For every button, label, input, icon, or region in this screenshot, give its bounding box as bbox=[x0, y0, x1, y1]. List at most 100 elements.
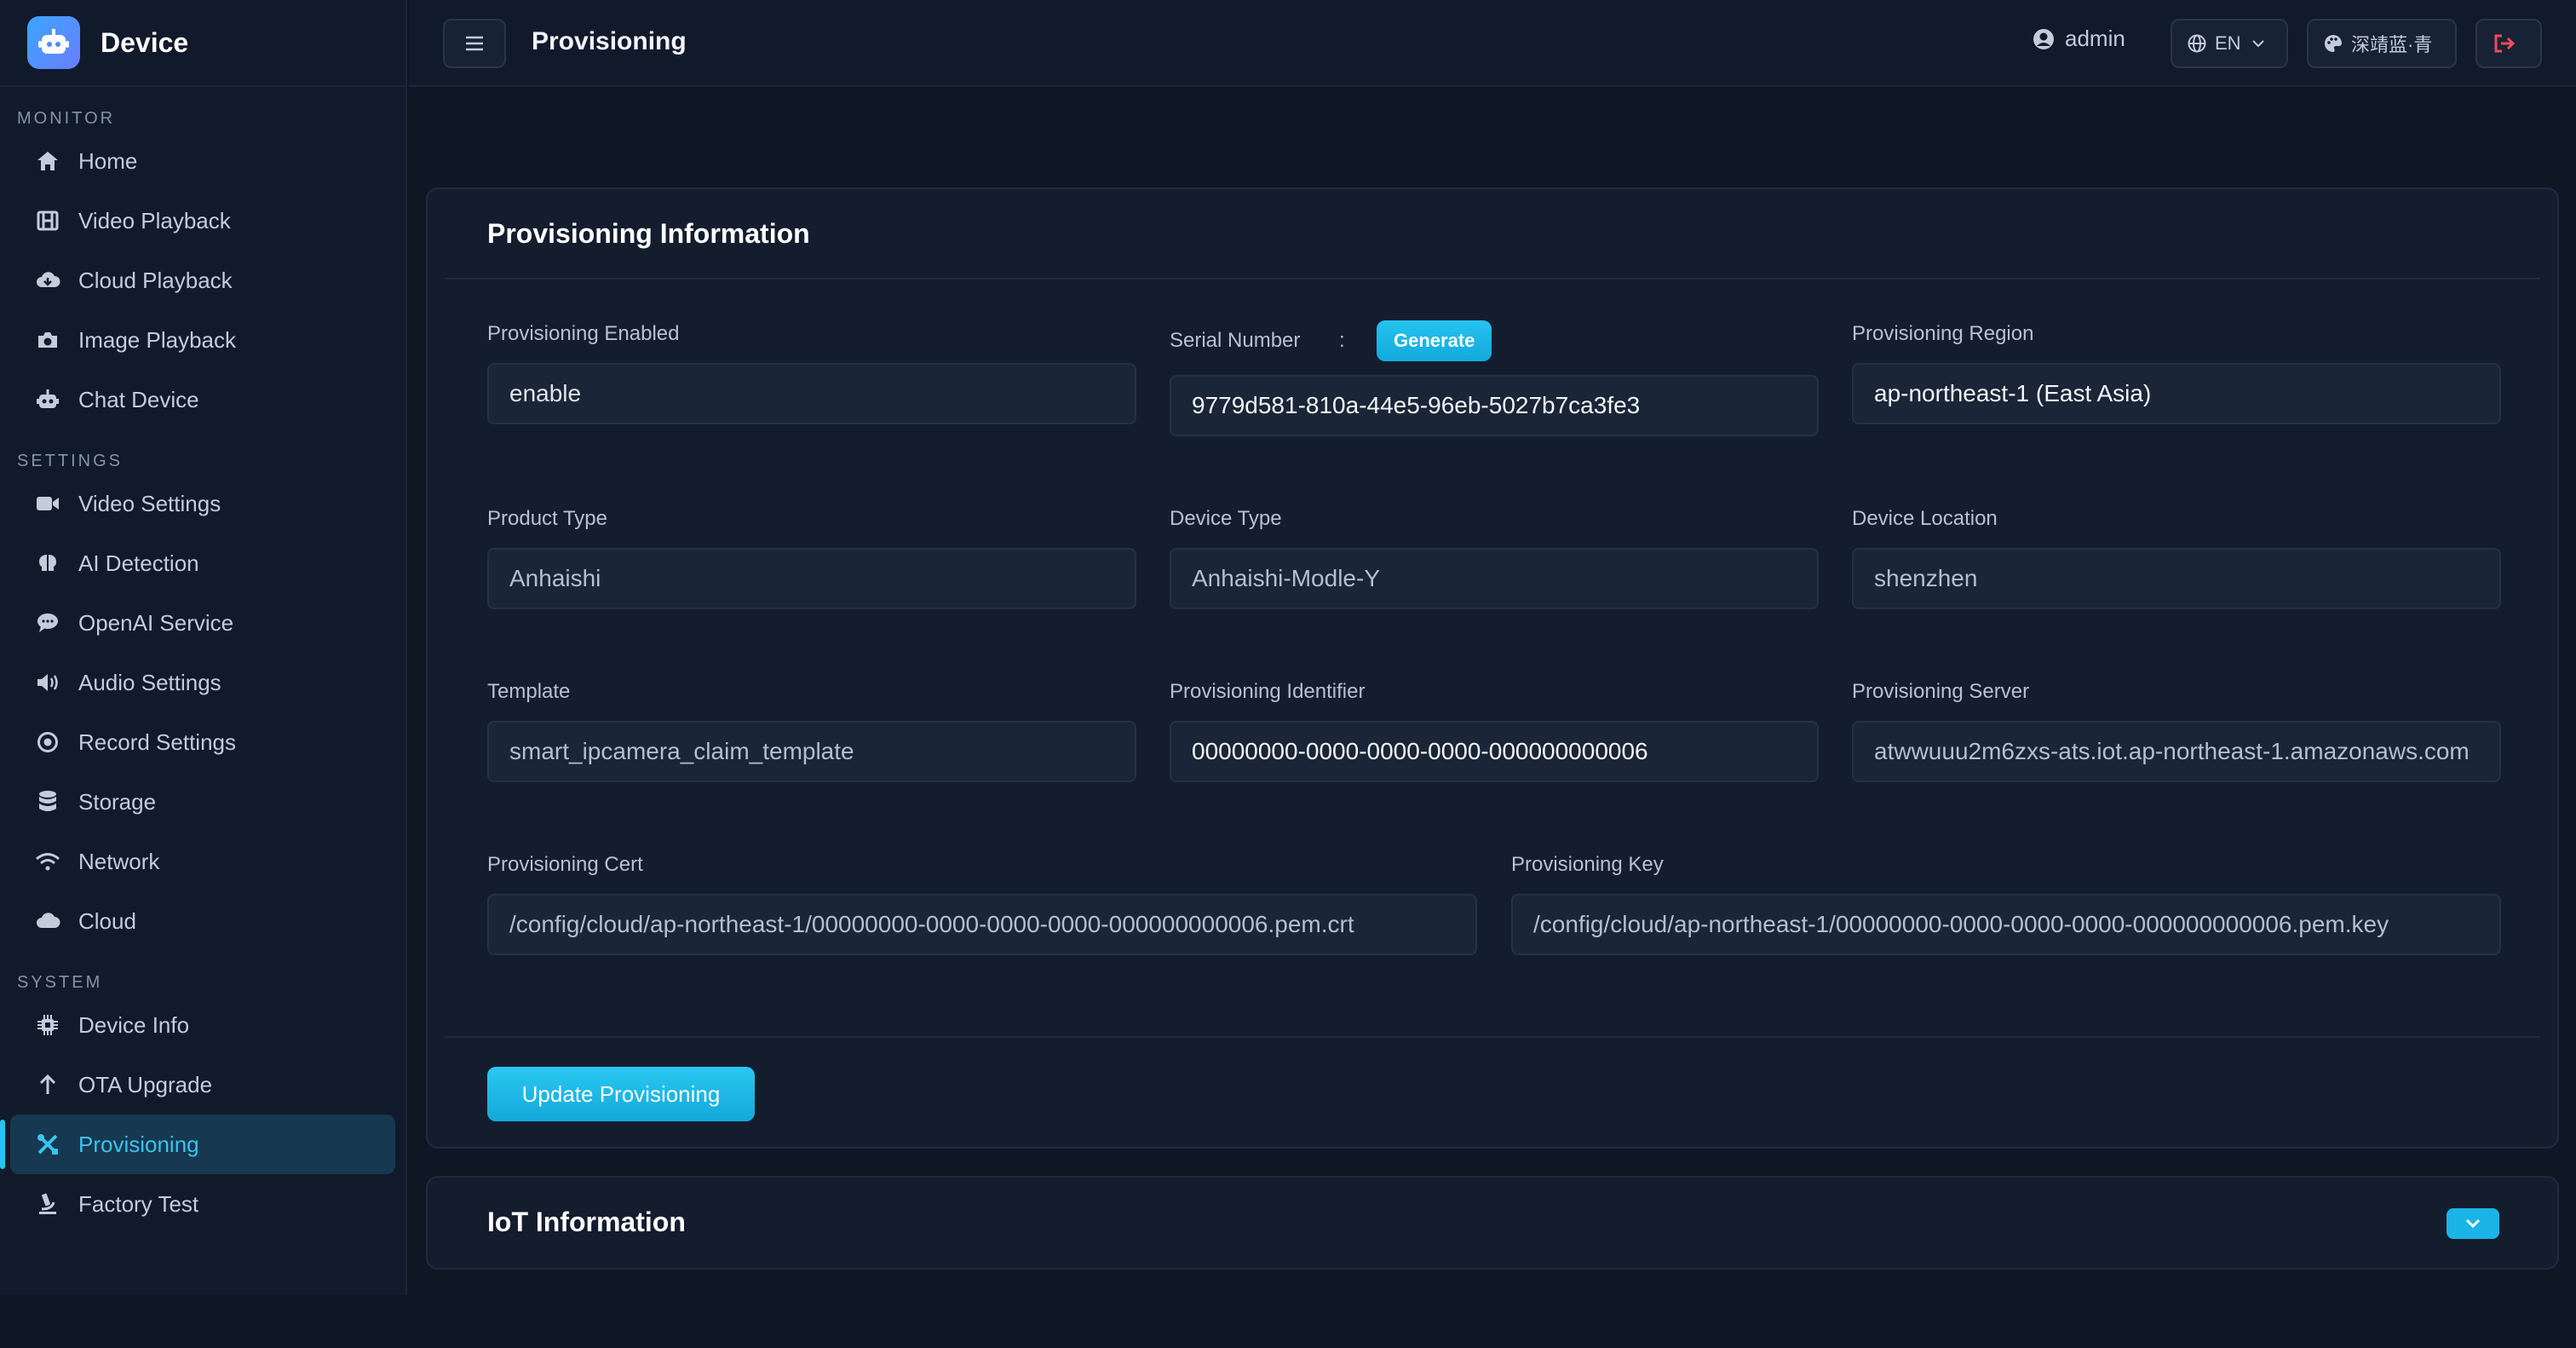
sidebar-item-label: Device Info bbox=[78, 1011, 190, 1038]
sidebar-item-factory-test[interactable]: Factory Test bbox=[10, 1174, 395, 1234]
provisioning-enabled-label: Provisioning Enabled bbox=[487, 322, 680, 345]
sidebar-item-home[interactable]: Home bbox=[10, 131, 395, 191]
product-type-input[interactable]: Anhaishi bbox=[487, 548, 1136, 609]
sidebar-item-ai-detection[interactable]: AI Detection bbox=[10, 533, 395, 593]
sidebar-item-storage[interactable]: Storage bbox=[10, 772, 395, 832]
provisioning-server-label: Provisioning Server bbox=[1852, 680, 2030, 703]
provisioning-server-input[interactable]: atwwuuu2m6zxs-ats.iot.ap-northeast-1.ama… bbox=[1852, 721, 2501, 782]
robot-logo-icon bbox=[27, 16, 80, 69]
sidebar-item-label: Record Settings bbox=[78, 729, 236, 755]
section-title-system: SYSTEM bbox=[17, 973, 103, 992]
product-type-label: Product Type bbox=[487, 507, 607, 530]
sidebar-item-audio-settings[interactable]: Audio Settings bbox=[10, 653, 395, 712]
sidebar-item-label: Video Playback bbox=[78, 207, 231, 233]
logout-icon bbox=[2494, 34, 2516, 53]
device-type-label: Device Type bbox=[1170, 507, 1282, 530]
theme-select[interactable]: 深靖蓝·青 bbox=[2307, 19, 2457, 68]
record-icon bbox=[34, 729, 61, 756]
film-icon bbox=[34, 207, 61, 234]
microscope-icon bbox=[34, 1190, 61, 1218]
provisioning-region-select[interactable]: ap-northeast-1 (East Asia) bbox=[1852, 363, 2501, 424]
hamburger-icon bbox=[466, 36, 483, 51]
provisioning-enabled-select[interactable]: enable bbox=[487, 363, 1136, 424]
palette-icon bbox=[2325, 35, 2342, 52]
top-header: Provisioning admin EN 深靖蓝·青 bbox=[409, 0, 2576, 87]
language-value: EN bbox=[2215, 32, 2241, 54]
sidebar-item-label: Cloud bbox=[78, 907, 136, 934]
sidebar-item-label: Video Settings bbox=[78, 490, 221, 516]
chat-icon bbox=[34, 609, 61, 637]
provisioning-key-label: Provisioning Key bbox=[1511, 853, 1664, 876]
sidebar-item-network[interactable]: Network bbox=[10, 832, 395, 891]
menu-toggle-button[interactable] bbox=[443, 19, 506, 68]
chevron-down-icon bbox=[2465, 1218, 2481, 1229]
card-title: Provisioning Information bbox=[487, 218, 810, 249]
section-title-settings: SETTINGS bbox=[17, 452, 124, 470]
device-location-input[interactable]: shenzhen bbox=[1852, 548, 2501, 609]
sidebar-item-image-playback[interactable]: Image Playback bbox=[10, 310, 395, 370]
video-camera-icon bbox=[34, 490, 61, 517]
sidebar-item-ota-upgrade[interactable]: OTA Upgrade bbox=[10, 1055, 395, 1115]
divider bbox=[445, 278, 2540, 279]
username: admin bbox=[2065, 26, 2125, 51]
sidebar-item-label: AI Detection bbox=[78, 550, 199, 576]
language-select[interactable]: EN bbox=[2171, 19, 2288, 68]
brand-title: Device bbox=[101, 26, 189, 58]
provisioning-key-input[interactable]: /config/cloud/ap-northeast-1/00000000-00… bbox=[1511, 894, 2501, 955]
user-menu[interactable]: admin bbox=[2033, 26, 2125, 52]
template-label: Template bbox=[487, 680, 571, 703]
serial-number-input[interactable]: 9779d581-810a-44e5-96eb-5027b7ca3fe3 bbox=[1170, 375, 1819, 436]
robot-icon bbox=[34, 386, 61, 413]
provisioning-identifier-input[interactable]: 00000000-0000-0000-0000-000000000006 bbox=[1170, 721, 1819, 782]
device-location-label: Device Location bbox=[1852, 507, 1998, 530]
sidebar-item-label: OpenAI Service bbox=[78, 609, 234, 636]
globe-icon bbox=[2188, 34, 2206, 53]
arrow-up-icon bbox=[34, 1071, 61, 1098]
cloud-icon bbox=[34, 907, 61, 935]
sidebar: Device MONITOR Home Video Playback Cloud… bbox=[0, 0, 407, 1295]
sidebar-item-label: Image Playback bbox=[78, 326, 236, 353]
provisioning-card: Provisioning Information Provisioning En… bbox=[426, 187, 2559, 1149]
iot-information-card: IoT Information bbox=[426, 1176, 2559, 1270]
sidebar-item-device-info[interactable]: Device Info bbox=[10, 995, 395, 1055]
generate-serial-button[interactable]: Generate bbox=[1377, 320, 1492, 361]
sidebar-item-label: Audio Settings bbox=[78, 669, 221, 695]
sidebar-item-label: Network bbox=[78, 848, 160, 874]
expand-iot-button[interactable] bbox=[2447, 1208, 2499, 1239]
sidebar-item-provisioning[interactable]: Provisioning bbox=[0, 1115, 395, 1174]
device-type-input[interactable]: Anhaishi-Modle-Y bbox=[1170, 548, 1819, 609]
sidebar-item-label: Chat Device bbox=[78, 386, 199, 412]
home-icon bbox=[34, 147, 61, 175]
logout-button[interactable] bbox=[2475, 19, 2542, 68]
sidebar-item-chat-device[interactable]: Chat Device bbox=[10, 370, 395, 429]
sidebar-item-cloud-playback[interactable]: Cloud Playback bbox=[10, 251, 395, 310]
brain-icon bbox=[34, 550, 61, 577]
sidebar-item-video-settings[interactable]: Video Settings bbox=[10, 474, 395, 533]
sidebar-item-record-settings[interactable]: Record Settings bbox=[10, 712, 395, 772]
theme-value: 深靖蓝·青 bbox=[2351, 34, 2433, 55]
provisioning-cert-label: Provisioning Cert bbox=[487, 853, 643, 876]
provisioning-cert-input[interactable]: /config/cloud/ap-northeast-1/00000000-00… bbox=[487, 894, 1477, 955]
chip-icon bbox=[34, 1011, 61, 1039]
sidebar-item-label: OTA Upgrade bbox=[78, 1071, 213, 1097]
user-circle-icon bbox=[2033, 28, 2054, 49]
sidebar-item-cloud[interactable]: Cloud bbox=[10, 891, 395, 951]
template-input[interactable]: smart_ipcamera_claim_template bbox=[487, 721, 1136, 782]
update-provisioning-button[interactable]: Update Provisioning bbox=[487, 1067, 755, 1121]
sidebar-item-label: Home bbox=[78, 147, 138, 174]
page-title: Provisioning bbox=[532, 27, 687, 55]
serial-number-separator: : bbox=[1339, 329, 1345, 352]
divider bbox=[445, 1036, 2540, 1038]
sidebar-item-label: Cloud Playback bbox=[78, 267, 233, 293]
card-title: IoT Information bbox=[487, 1207, 686, 1237]
camera-icon bbox=[34, 326, 61, 354]
sidebar-item-label: Provisioning bbox=[78, 1131, 199, 1157]
sidebar-item-label: Storage bbox=[78, 788, 157, 815]
sidebar-item-openai-service[interactable]: OpenAI Service bbox=[10, 593, 395, 653]
sidebar-item-video-playback[interactable]: Video Playback bbox=[10, 191, 395, 251]
provisioning-region-label: Provisioning Region bbox=[1852, 322, 2034, 345]
cloud-download-icon bbox=[34, 267, 61, 294]
brand: Device bbox=[0, 0, 405, 87]
database-icon bbox=[34, 788, 61, 815]
wifi-icon bbox=[34, 848, 61, 875]
